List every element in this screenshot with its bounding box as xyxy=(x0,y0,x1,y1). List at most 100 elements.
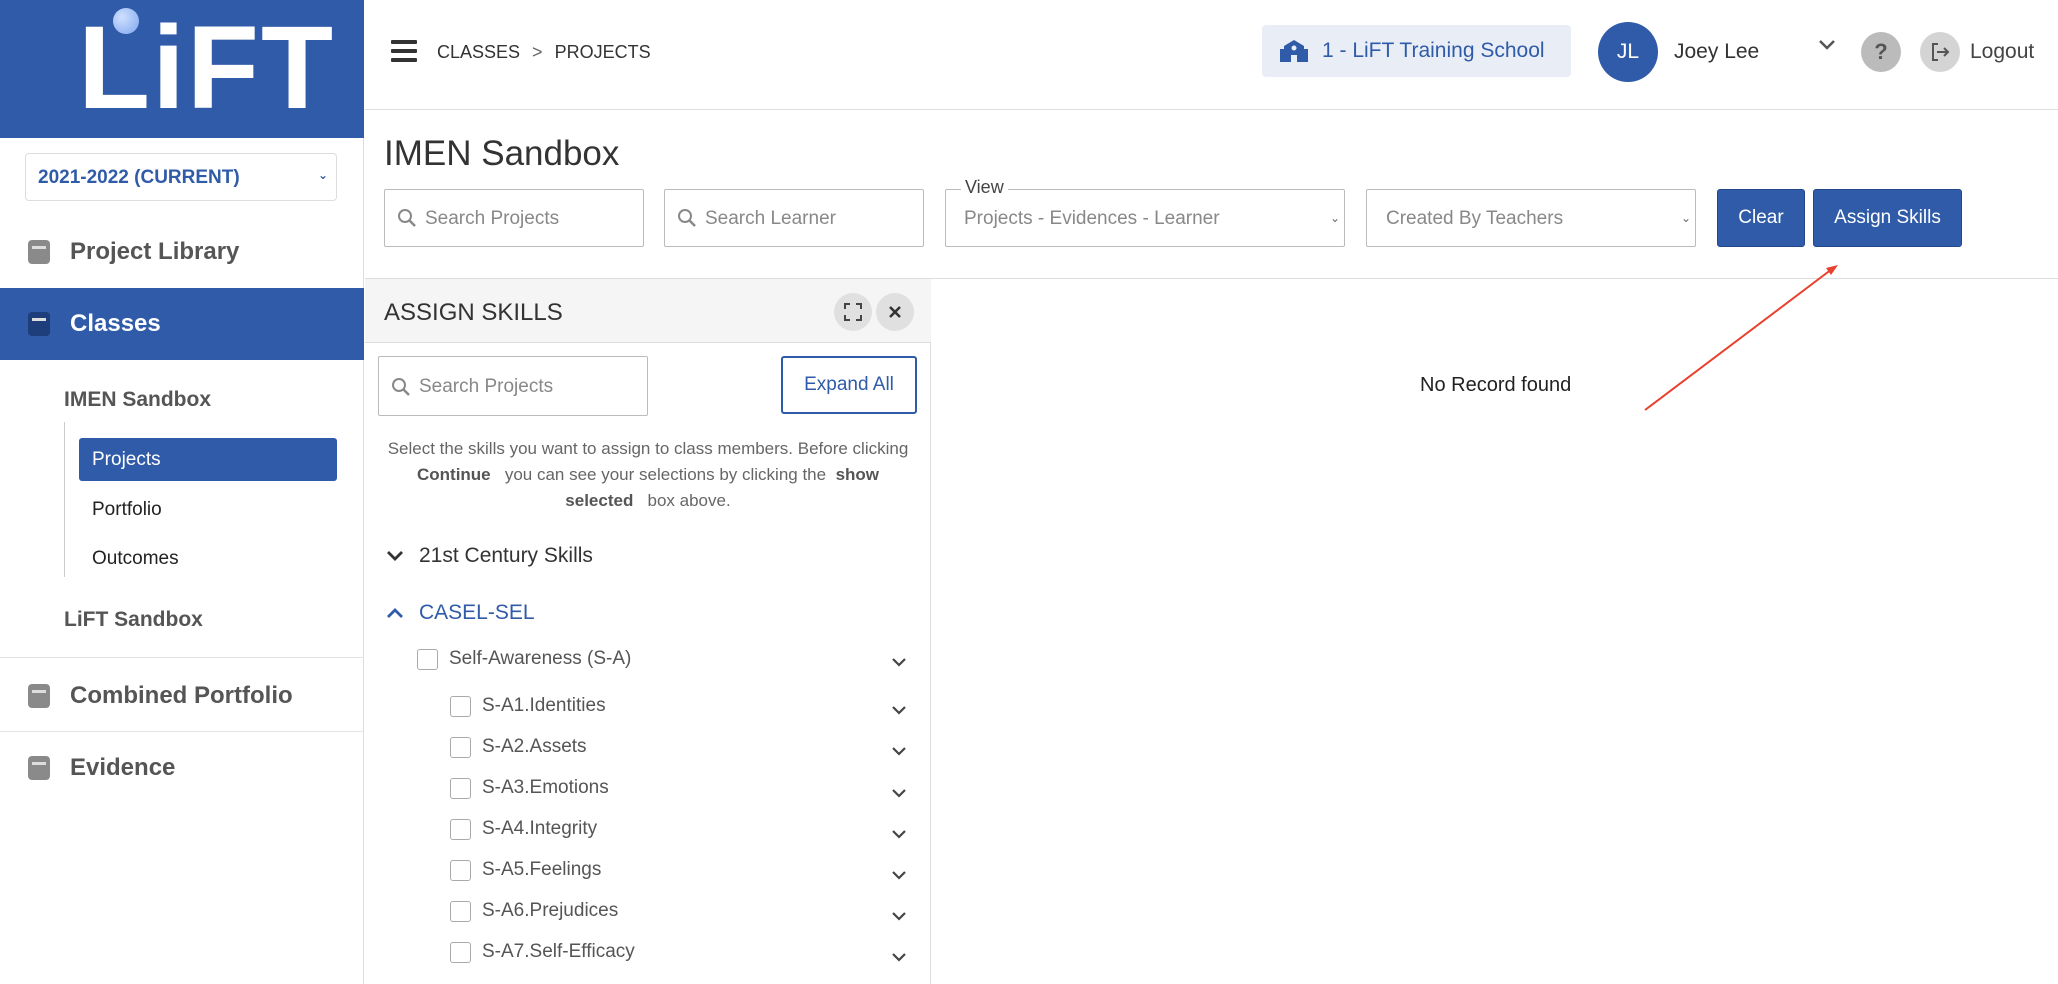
skill-item[interactable]: S-A5.Feelings xyxy=(450,859,601,881)
breadcrumb-projects: PROJECTS xyxy=(554,42,651,62)
created-by-value: Created By Teachers xyxy=(1386,208,1564,229)
chevron-down-icon[interactable] xyxy=(891,870,907,882)
skill-item[interactable]: S-A4.Integrity xyxy=(450,818,597,840)
school-selector[interactable]: 1 - LiFT Training School xyxy=(1262,25,1571,77)
skill-group-self-awareness[interactable]: Self-Awareness (S-A) xyxy=(417,648,631,670)
sidebar-item-label: Evidence xyxy=(70,754,176,781)
sidebar-item-evidence[interactable]: Evidence xyxy=(0,735,364,801)
skill-label: S-A2.Assets xyxy=(482,736,587,757)
subnav-line xyxy=(64,422,65,577)
chevron-down-icon: ⌄ xyxy=(1329,211,1340,225)
skill-label: S-A5.Feelings xyxy=(482,859,602,880)
skill-item[interactable]: S-A6.Prejudices xyxy=(450,900,618,922)
assign-skills-button[interactable]: Assign Skills xyxy=(1813,189,1962,247)
sidebar: LiFT 2021-2022 (CURRENT) ⌄ Project Libra… xyxy=(0,0,364,984)
chevron-down-icon[interactable] xyxy=(891,829,907,841)
subnav-outcomes[interactable]: Outcomes xyxy=(79,537,337,580)
sidebar-item-label: Combined Portfolio xyxy=(70,682,293,709)
divider xyxy=(0,657,364,658)
chevron-down-icon[interactable] xyxy=(891,657,907,669)
sidebar-item-classes[interactable]: Classes xyxy=(0,288,364,360)
empty-state-text: No Record found xyxy=(1420,374,1572,396)
search-icon xyxy=(678,209,696,227)
instr-show: show xyxy=(835,465,880,484)
search-icon xyxy=(398,209,416,227)
checkbox[interactable] xyxy=(450,777,471,799)
panel-search-input[interactable]: Search Projects xyxy=(378,356,648,416)
checkbox[interactable] xyxy=(417,648,438,670)
school-icon xyxy=(1280,40,1308,62)
book-icon xyxy=(28,756,50,780)
panel-header: ASSIGN SKILLS xyxy=(365,279,931,343)
chevron-down-icon[interactable] xyxy=(891,788,907,800)
skill-label: S-A1.Identities xyxy=(482,695,606,716)
chevron-down-icon[interactable] xyxy=(891,952,907,964)
sidebar-item-label: Project Library xyxy=(70,238,240,265)
chevron-down-icon[interactable] xyxy=(1817,38,1837,52)
created-by-select[interactable]: Created By Teachers ⌄ xyxy=(1366,189,1696,247)
chevron-down-icon[interactable] xyxy=(891,746,907,758)
skill-item[interactable]: S-A2.Assets xyxy=(450,736,587,758)
instr-part: Select the skills you want to assign to … xyxy=(387,439,909,458)
user-name[interactable]: Joey Lee xyxy=(1674,40,1759,64)
fullscreen-icon[interactable] xyxy=(834,293,872,331)
chevron-down-icon: ⌄ xyxy=(1680,211,1691,225)
breadcrumb: CLASSES > PROJECTS xyxy=(437,42,651,63)
instr-part: box above. xyxy=(647,491,731,510)
logout-icon[interactable] xyxy=(1920,32,1960,72)
skill-label: S-A4.Integrity xyxy=(482,818,598,839)
view-legend: View xyxy=(961,177,1008,198)
panel-title: ASSIGN SKILLS xyxy=(384,299,563,326)
checkbox[interactable] xyxy=(450,859,471,881)
checkbox[interactable] xyxy=(450,736,471,758)
page-title: IMEN Sandbox xyxy=(384,134,620,173)
close-icon[interactable] xyxy=(876,293,914,331)
sidebar-item-project-library[interactable]: Project Library xyxy=(0,219,364,285)
panel-search-placeholder: Search Projects xyxy=(419,376,554,397)
search-projects-input[interactable]: Search Projects xyxy=(384,189,644,247)
sidebar-item-label: Classes xyxy=(70,310,161,337)
chevron-down-icon: ⌄ xyxy=(317,168,328,182)
search-icon xyxy=(392,378,410,396)
breadcrumb-classes[interactable]: CLASSES xyxy=(437,42,520,62)
top-bar: CLASSES > PROJECTS 1 - LiFT Training Schoo… xyxy=(365,0,2058,110)
logo[interactable]: LiFT xyxy=(0,0,364,138)
view-select-value: Projects - Evidences - Learner xyxy=(964,208,1220,229)
skill-label: Self-Awareness (S-A) xyxy=(449,648,632,669)
category-casel-sel[interactable]: CASEL-SEL xyxy=(384,601,535,625)
instr-continue: Continue xyxy=(416,465,491,484)
chevron-down-icon xyxy=(387,551,403,561)
search-learner-placeholder: Search Learner xyxy=(705,208,836,229)
search-learner-input[interactable]: Search Learner xyxy=(664,189,924,247)
chevron-up-icon xyxy=(387,608,403,618)
checkbox[interactable] xyxy=(450,941,471,963)
checkbox[interactable] xyxy=(450,818,471,840)
help-icon[interactable]: ? xyxy=(1861,32,1901,72)
skill-item[interactable]: S-A7.Self-Efficacy xyxy=(450,941,635,963)
checkbox[interactable] xyxy=(450,695,471,717)
search-projects-placeholder: Search Projects xyxy=(425,208,560,229)
book-icon xyxy=(28,240,50,264)
sidebar-item-combined-portfolio[interactable]: Combined Portfolio xyxy=(0,663,364,729)
skill-item[interactable]: S-A1.Identities xyxy=(450,695,606,717)
book-icon xyxy=(28,312,50,336)
checkbox[interactable] xyxy=(450,900,471,922)
avatar[interactable]: JL xyxy=(1598,22,1658,82)
logo-dot-icon xyxy=(113,8,139,34)
category-21st-century-skills[interactable]: 21st Century Skills xyxy=(384,544,593,568)
skill-item[interactable]: S-A3.Emotions xyxy=(450,777,609,799)
chevron-down-icon[interactable] xyxy=(891,911,907,923)
subnav-projects[interactable]: Projects xyxy=(79,438,337,481)
clear-button[interactable]: Clear xyxy=(1717,189,1805,247)
class-imen-sandbox[interactable]: IMEN Sandbox xyxy=(64,388,211,412)
category-label: CASEL-SEL xyxy=(419,601,535,624)
school-year-select[interactable]: 2021-2022 (CURRENT) ⌄ xyxy=(25,153,337,201)
assign-skills-panel: ASSIGN SKILLS Search Projects Expand All… xyxy=(365,279,931,984)
skill-label: S-A7.Self-Efficacy xyxy=(482,941,635,962)
logout-button[interactable]: Logout xyxy=(1970,40,2034,64)
class-lift-sandbox[interactable]: LiFT Sandbox xyxy=(64,608,203,632)
chevron-down-icon[interactable] xyxy=(891,705,907,717)
expand-all-button[interactable]: Expand All xyxy=(781,356,917,414)
subnav-portfolio[interactable]: Portfolio xyxy=(79,488,337,531)
menu-icon[interactable] xyxy=(391,40,417,62)
